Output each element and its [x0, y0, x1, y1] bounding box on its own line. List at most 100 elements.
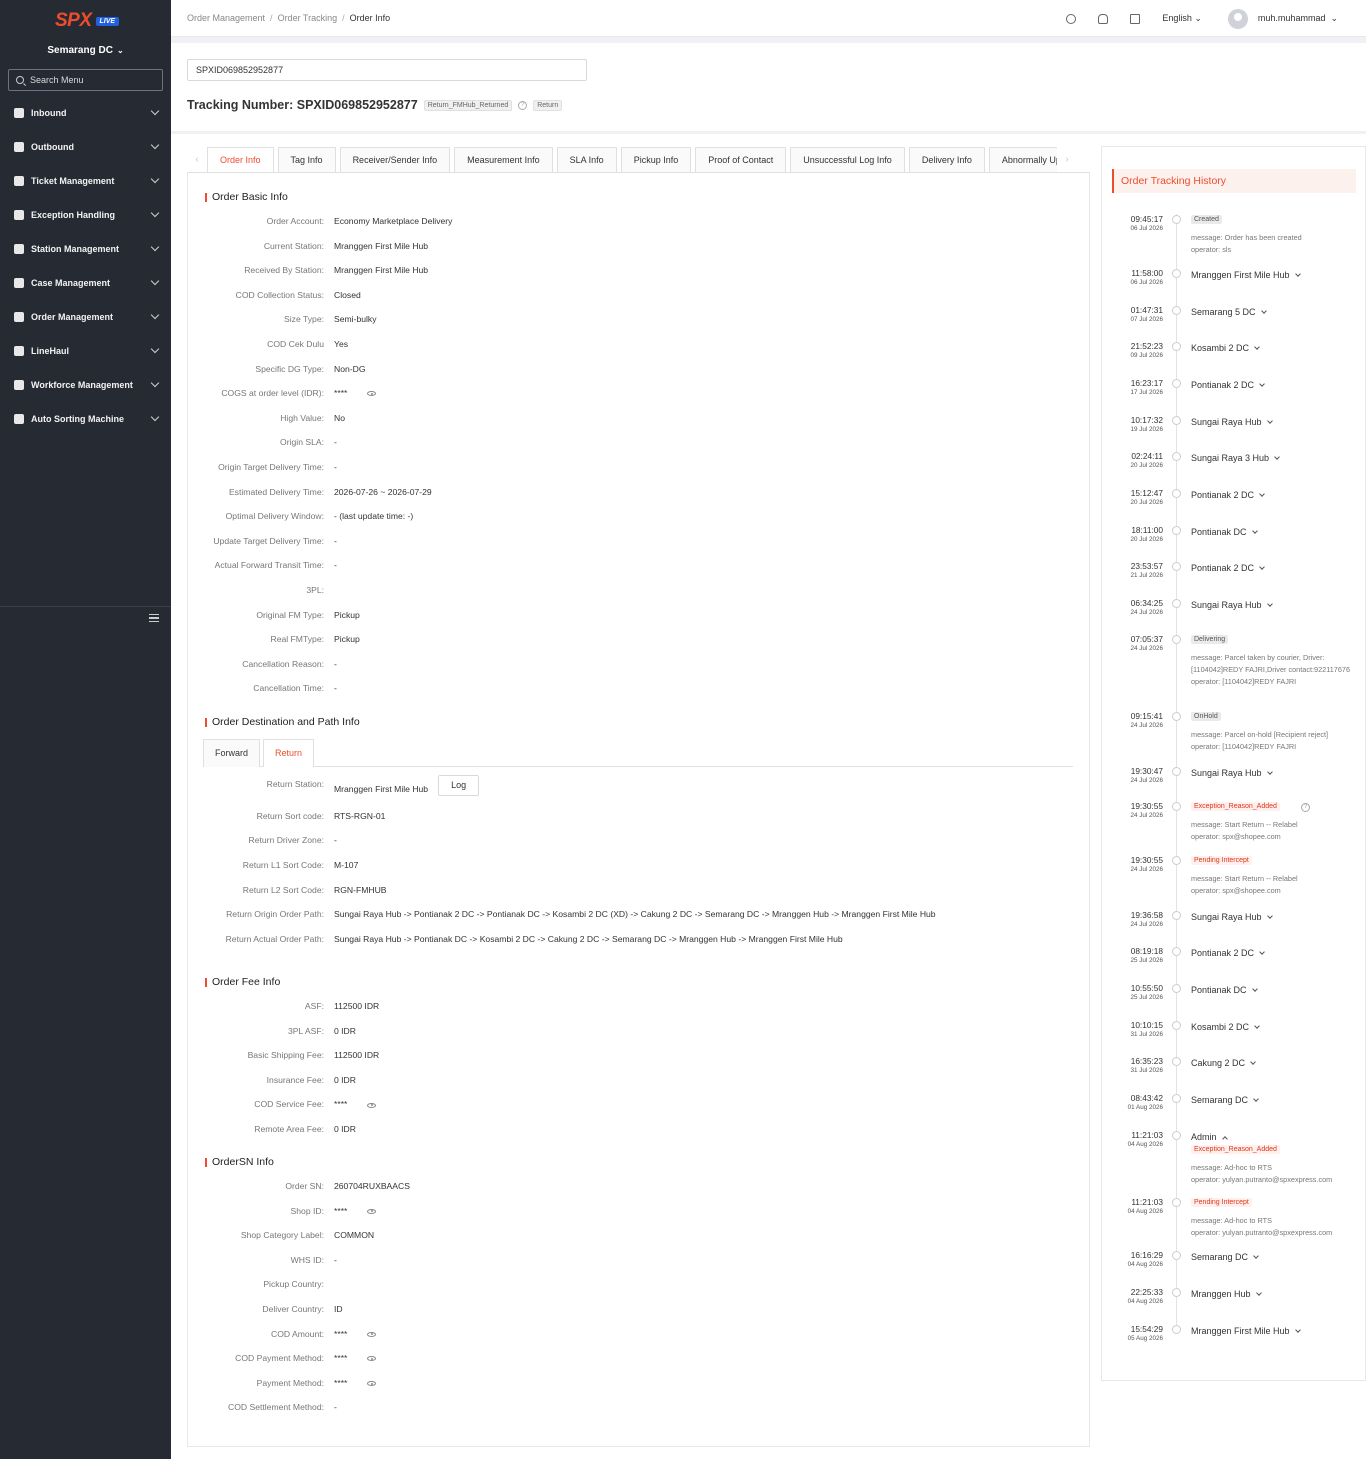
tab-measurement-info[interactable]: Measurement Info — [454, 147, 553, 173]
tracking-number-input[interactable] — [187, 59, 587, 81]
search-menu-placeholder: Search Menu — [30, 75, 84, 85]
tab-receiver-sender-info[interactable]: Receiver/Sender Info — [339, 147, 451, 173]
event-location[interactable]: Sungai Raya Hub — [1191, 912, 1273, 922]
main-content: ‹ Order Info Tag Info Receiver/Sender Info… — [171, 134, 1366, 1459]
event-location[interactable]: Mranggen First Mile Hub — [1191, 1326, 1301, 1336]
event-message-line: message: Ad-hoc to RTS — [1191, 1163, 1272, 1172]
sidebar-item-workforce-management[interactable]: Workforce Management — [0, 368, 171, 402]
field-value: **** — [334, 1329, 377, 1339]
event-message-line: message: Ad-hoc to RTS — [1191, 1216, 1272, 1225]
event-location[interactable]: Pontianak 2 DC — [1191, 490, 1265, 500]
info-row: Origin SLA: - — [188, 437, 1088, 451]
sidebar-item-outbound[interactable]: Outbound — [0, 130, 171, 164]
event-location[interactable]: Pontianak 2 DC — [1191, 380, 1265, 390]
language-selector[interactable]: English ⌄ — [1162, 13, 1202, 24]
event-location[interactable]: Sungai Raya Hub — [1191, 417, 1273, 427]
sidebar-item-inbound[interactable]: Inbound — [0, 96, 171, 130]
tab-tag-info[interactable]: Tag Info — [277, 147, 336, 173]
search-menu-input[interactable]: Search Menu — [8, 69, 163, 91]
tab-scroll-right-icon[interactable]: › — [1057, 147, 1077, 173]
eye-icon[interactable] — [367, 1331, 377, 1337]
field-value-text: **** — [334, 1353, 348, 1364]
info-row: Basic Shipping Fee: 112500 IDR — [188, 1050, 1088, 1064]
chevron-down-icon — [1266, 913, 1273, 919]
avatar[interactable] — [1227, 8, 1248, 29]
eye-icon[interactable] — [367, 1208, 377, 1214]
field-value-text: 260704RUXBAACS — [334, 1181, 410, 1191]
field-value: Pickup — [334, 634, 360, 644]
event-location[interactable]: Mranggen First Mile Hub — [1191, 270, 1301, 280]
event-location-text: Semarang DC — [1191, 1252, 1249, 1262]
event-location[interactable]: Sungai Raya Hub — [1191, 768, 1273, 778]
subtab-forward[interactable]: Forward — [203, 739, 261, 767]
section-ordersn-info: OrderSN Info — [205, 1157, 274, 1167]
eye-icon[interactable] — [367, 391, 377, 397]
event-location[interactable]: Semarang 5 DC — [1191, 307, 1267, 317]
event-time: 15:12:47 — [1130, 488, 1163, 498]
info-row: Pickup Country: — [188, 1279, 1088, 1293]
event-location[interactable]: Pontianak 2 DC — [1191, 948, 1265, 958]
tab-proof-of-contact[interactable]: Proof of Contact — [695, 147, 787, 173]
tab-sla-info[interactable]: SLA Info — [556, 147, 617, 173]
event-location[interactable]: Kosambi 2 DC — [1191, 1022, 1260, 1032]
event-location[interactable]: Admin — [1191, 1132, 1228, 1142]
sidebar-item-auto-sorting-machine[interactable]: Auto Sorting Machine — [0, 402, 171, 436]
subtab-return[interactable]: Return — [263, 739, 315, 767]
help-icon[interactable]: ? — [1301, 803, 1310, 812]
tab-pickup-info[interactable]: Pickup Info — [620, 147, 692, 173]
field-value: Mranggen First Mile Hub — [334, 241, 428, 251]
log-button[interactable]: Log — [438, 775, 480, 796]
collapse-menu-icon[interactable] — [149, 614, 159, 624]
eye-icon[interactable] — [367, 1356, 377, 1362]
event-status-badge: Created — [1191, 215, 1222, 224]
event-location[interactable]: Pontianak 2 DC — [1191, 563, 1265, 573]
field-value: - — [334, 659, 337, 669]
tab-order-info[interactable]: Order Info — [207, 147, 274, 173]
event-location[interactable]: Sungai Raya Hub — [1191, 600, 1273, 610]
help-icon[interactable]: ? — [518, 100, 528, 110]
event-date: 04 Aug 2026 — [1127, 1261, 1163, 1268]
field-label: Deliver Country: — [262, 1304, 324, 1314]
event-location[interactable]: Mranggen Hub — [1191, 1289, 1262, 1299]
bell-icon[interactable] — [1098, 13, 1109, 24]
section-basic-info: Order Basic Info — [205, 192, 288, 202]
field-value-text: - — [334, 835, 337, 845]
breadcrumb-order-management[interactable]: Order Management — [187, 13, 265, 23]
event-location-text: Pontianak 2 DC — [1191, 490, 1255, 500]
field-label: Real FMType: — [270, 634, 325, 645]
clipboard-icon[interactable] — [1130, 13, 1141, 24]
sidebar-item-station-management[interactable]: Station Management — [0, 232, 171, 266]
tab-abnormally-upda[interactable]: Abnormally Upda — [988, 147, 1057, 173]
sidebar-item-order-management[interactable]: Order Management — [0, 300, 171, 334]
eye-icon[interactable] — [367, 1102, 377, 1108]
event-location[interactable]: Sungai Raya 3 Hub — [1191, 453, 1280, 463]
tab-delivery-info[interactable]: Delivery Info — [908, 147, 985, 173]
station-selector[interactable]: Semarang DC ⌄ — [0, 45, 171, 56]
event-location[interactable]: Cakung 2 DC — [1191, 1058, 1256, 1068]
event-status-badge: Exception_Reason_Added — [1191, 1145, 1280, 1154]
tab-unsuccessful-log-info[interactable]: Unsuccessful Log Info — [790, 147, 905, 173]
breadcrumb-order-tracking[interactable]: Order Tracking — [278, 13, 338, 23]
sidebar-item-linehaul[interactable]: LineHaul — [0, 334, 171, 368]
event-location[interactable]: Pontianak DC — [1191, 527, 1258, 537]
event-location[interactable]: Kosambi 2 DC — [1191, 343, 1260, 353]
event-location[interactable]: Semarang DC — [1191, 1095, 1259, 1105]
sidebar-item-ticket-management[interactable]: Ticket Management — [0, 164, 171, 198]
field-label: Shop Category Label: — [240, 1230, 324, 1241]
spx-logo[interactable]: SPX LIVE — [55, 10, 120, 32]
event-date: 24 Jul 2026 — [1130, 609, 1163, 616]
timeline-node-icon — [1172, 1131, 1181, 1140]
event-location[interactable]: Pontianak DC — [1191, 985, 1258, 995]
event-location[interactable]: Semarang DC — [1191, 1252, 1259, 1262]
tab-scroll-left-icon[interactable]: ‹ — [187, 147, 207, 173]
field-value-text: Economy Marketplace Delivery — [334, 216, 453, 226]
field-value-text: 112500 IDR — [334, 1001, 380, 1011]
info-icon[interactable] — [1066, 13, 1077, 24]
event-date: 24 Jul 2026 — [1130, 722, 1163, 729]
user-menu[interactable]: muh.muhammad ⌄ — [1258, 13, 1338, 24]
field-value-text: ID — [334, 1304, 343, 1314]
eye-icon[interactable] — [367, 1381, 377, 1387]
sidebar-item-case-management[interactable]: Case Management — [0, 266, 171, 300]
field-value: Closed — [334, 290, 361, 300]
sidebar-item-exception-handling[interactable]: Exception Handling — [0, 198, 171, 232]
